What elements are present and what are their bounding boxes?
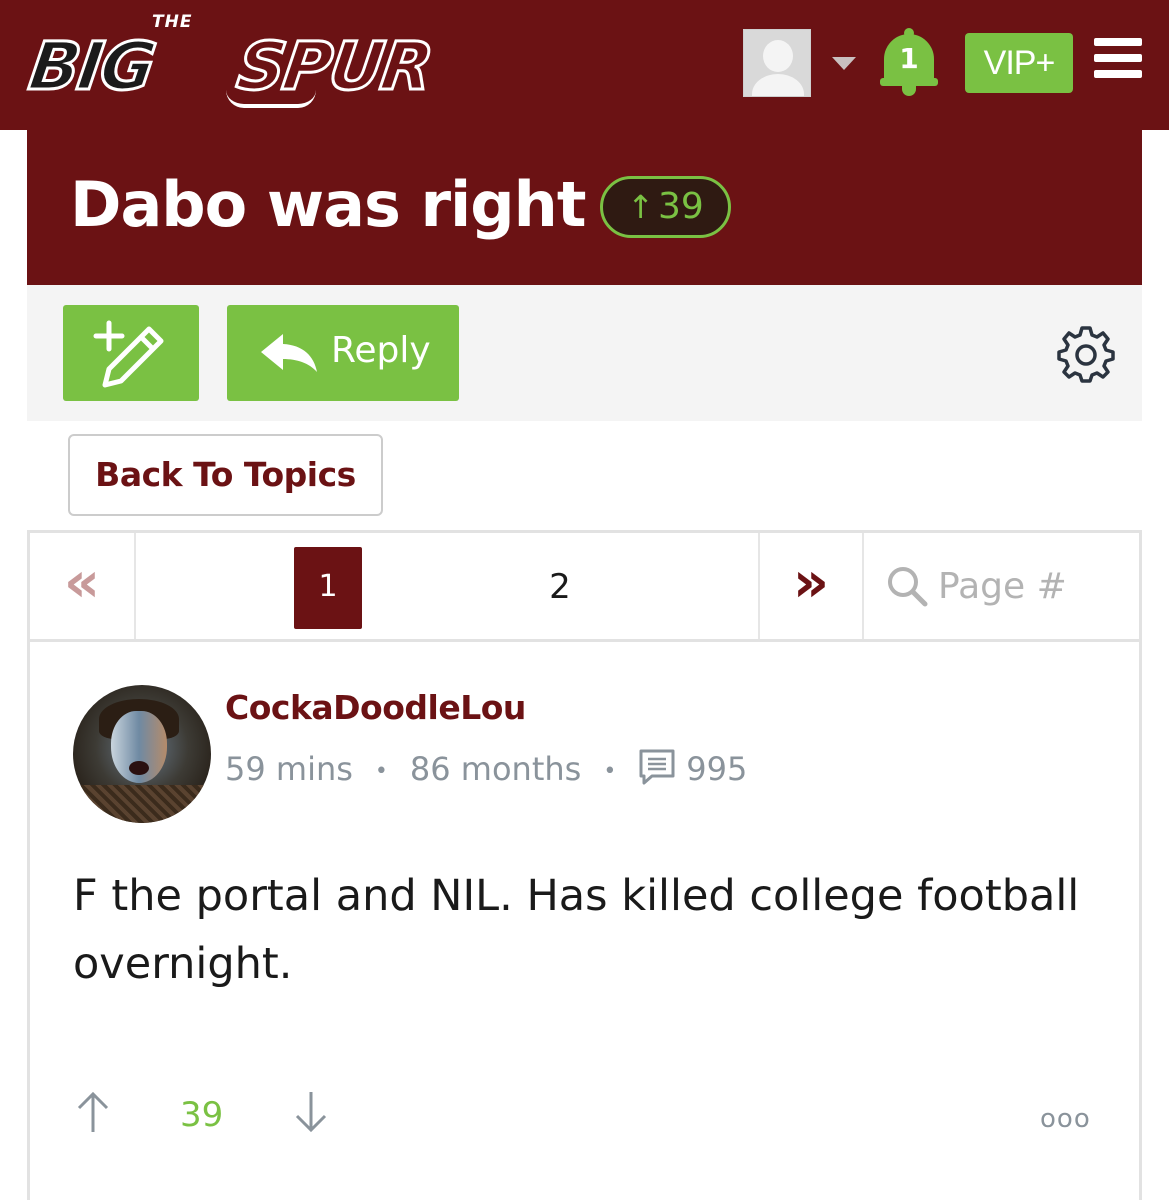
author-avatar[interactable] xyxy=(73,685,211,823)
site-logo[interactable]: THE BIG SPUR xyxy=(23,8,510,120)
gear-icon[interactable] xyxy=(1057,325,1115,383)
logo-big-text: BIG xyxy=(23,27,160,107)
logo-swoosh xyxy=(226,90,316,108)
author-tenure: 86 months xyxy=(409,750,582,788)
post-time: 59 mins xyxy=(225,750,353,788)
back-to-topics-button[interactable]: Back To Topics xyxy=(68,434,383,516)
first-page-button[interactable]: « xyxy=(30,533,136,639)
new-topic-button[interactable] xyxy=(63,305,199,401)
hamburger-menu-icon[interactable] xyxy=(1094,38,1142,78)
topic-vote-badge: ↑ 39 xyxy=(600,176,731,238)
page-number-input[interactable] xyxy=(938,553,1128,619)
topic-title-bar: Dabo was right ↑ 39 xyxy=(27,130,1142,285)
topic-title: Dabo was right xyxy=(70,168,586,241)
topic-toolbar: Reply xyxy=(27,285,1142,421)
post-meta: 59 mins • 86 months • 995 xyxy=(225,749,748,788)
reply-button[interactable]: Reply xyxy=(227,305,459,401)
user-avatar[interactable] xyxy=(743,29,811,97)
vip-button[interactable]: VIP+ xyxy=(965,33,1073,93)
page-1-button[interactable]: 1 xyxy=(294,547,362,629)
post-body: F the portal and NIL. Has killed college… xyxy=(73,871,1080,989)
post-score: 39 xyxy=(180,1095,224,1135)
new-topic-pencil-icon xyxy=(93,320,164,388)
page-2-button[interactable]: 2 xyxy=(526,547,594,629)
author-post-count: 995 xyxy=(686,750,748,788)
notification-count: 1 xyxy=(899,42,919,75)
comments-icon xyxy=(639,749,675,785)
page-jump xyxy=(870,533,1140,639)
pagination: « 1 2 » xyxy=(27,530,1142,642)
downvote-arrow-icon[interactable] xyxy=(294,1090,328,1134)
notifications-bell-icon[interactable]: 1 xyxy=(880,28,938,98)
reply-arrow-icon xyxy=(261,334,317,372)
reply-label: Reply xyxy=(331,330,431,371)
topic-vote-count: 39 xyxy=(658,186,704,227)
upvote-arrow-icon[interactable] xyxy=(76,1090,110,1134)
more-options-button[interactable]: ooo xyxy=(1040,1104,1091,1134)
top-header: THE BIG SPUR 1 VIP+ xyxy=(0,0,1169,130)
author-username[interactable]: CockaDoodleLou xyxy=(225,688,526,727)
last-page-button[interactable]: » xyxy=(758,533,864,639)
chevron-down-icon[interactable] xyxy=(832,57,856,70)
post-card: CockaDoodleLou 59 mins • 86 months • 995 F … xyxy=(27,642,1142,1200)
up-arrow-icon: ↑ xyxy=(627,188,654,226)
search-icon xyxy=(888,567,928,607)
